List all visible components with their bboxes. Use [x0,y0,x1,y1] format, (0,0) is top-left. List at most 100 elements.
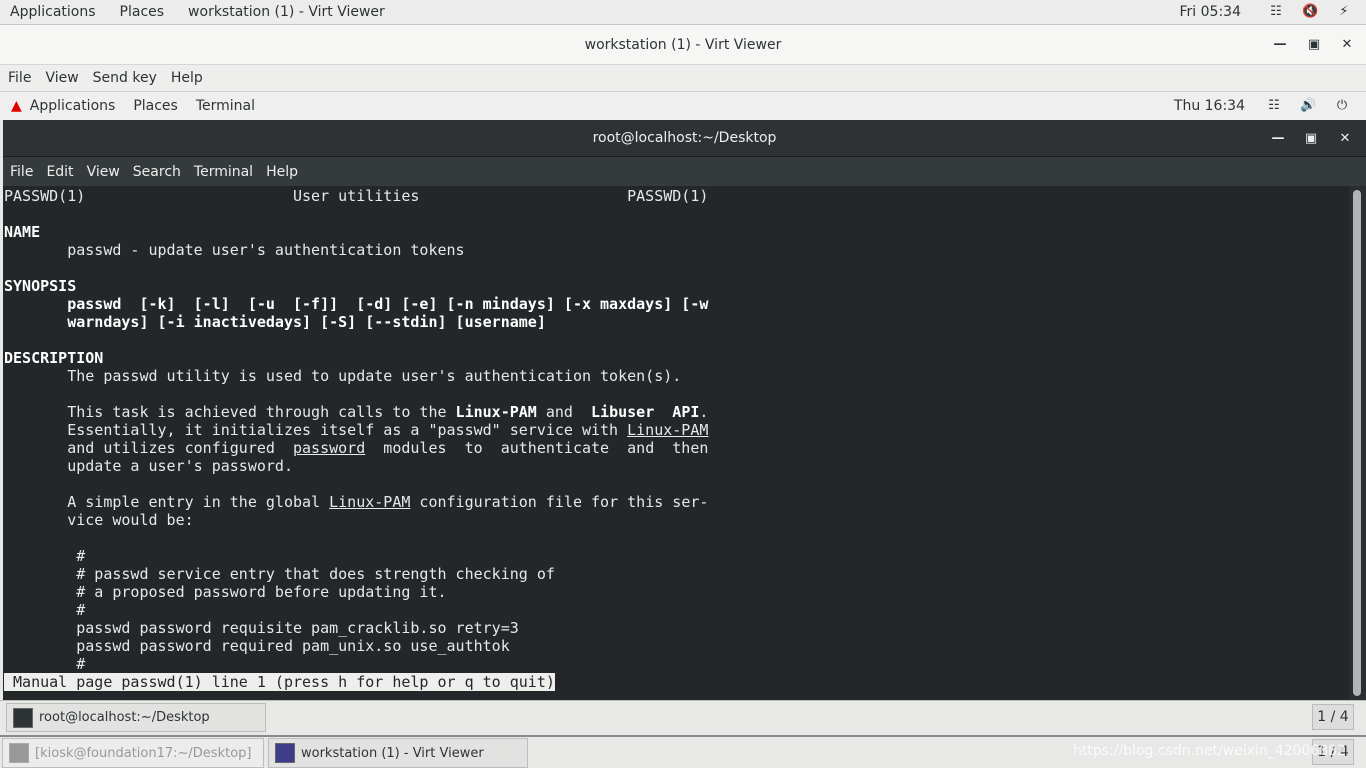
workspace-pager[interactable]: 1 / 4 [1312,704,1354,730]
network-icon[interactable]: ☷ [1268,4,1284,20]
terminal-menu-terminal[interactable]: Terminal [194,164,253,180]
terminal-text: PASSWD(1) User utilities PASSWD(1) [4,187,709,205]
terminal-text: Linux-PAM [627,421,709,439]
terminal-text: Linux-PAM [329,493,411,511]
terminal-text: NAME [4,223,41,241]
host-taskbar: [kiosk@foundation17:~/Desktop] workstati… [0,735,1366,768]
guest-clock[interactable]: Thu 16:34 [1174,98,1245,114]
terminal-text: vice would be: [4,511,194,529]
terminal-line: passwd password requisite pam_cracklib.s… [4,619,1349,637]
viewer-menu-send-key[interactable]: Send key [93,70,157,86]
terminal-text: passwd [-k] [-l] [-u [-f]] [-d] [-e] [-n… [4,295,709,313]
guest-places-menu[interactable]: Places [133,98,178,114]
guest-active-app[interactable]: Terminal [196,98,255,114]
terminal-text: # [4,655,86,673]
taskbar-item-kiosk-terminal[interactable]: [kiosk@foundation17:~/Desktop] [2,738,264,768]
terminal-line: # passwd service entry that does strengt… [4,565,1349,583]
terminal-output[interactable]: PASSWD(1) User utilities PASSWD(1) NAME p… [3,186,1349,700]
host-top-bar: Applications Places workstation (1) - Vi… [0,0,1366,25]
host-places-menu[interactable]: Places [120,4,165,20]
terminal-line: A simple entry in the global Linux-PAM c… [4,493,1349,511]
host-active-app[interactable]: workstation (1) - Virt Viewer [188,4,385,20]
terminal-line: NAME [4,223,1349,241]
terminal-line: Essentially, it initializes itself as a … [4,421,1349,439]
terminal-text: Libuser API [591,403,700,421]
terminal-line: The passwd utility is used to update use… [4,367,1349,385]
redhat-logo-icon: ▲ [11,98,22,114]
terminal-text: update a user's password. [4,457,293,475]
terminal-text: configuration file for this ser- [410,493,709,511]
terminal-text: DESCRIPTION [4,349,104,367]
terminal-menu-file[interactable]: File [10,164,33,180]
terminal-text: A simple entry in the global [4,493,330,511]
terminal-line: vice would be: [4,511,1349,529]
terminal-icon [13,707,33,728]
terminal-text: # [4,547,86,565]
watermark: https://blog.csdn.net/weixin_42006882 [1072,743,1346,759]
scrollbar-thumb[interactable] [1353,190,1361,696]
terminal-text: passwd password required pam_unix.so use… [4,637,510,655]
taskbar-item-label: [kiosk@foundation17:~/Desktop] [35,745,252,761]
terminal-menu-help[interactable]: Help [266,164,298,180]
terminal-scrollbar[interactable] [1349,186,1366,700]
terminal-line: # [4,655,1349,673]
terminal-menu-bar: File Edit View Search Terminal Help [3,157,1366,186]
terminal-text: The passwd utility is used to update use… [4,367,682,385]
guest-applications-menu[interactable]: Applications [30,98,116,114]
power-icon[interactable]: ⏻ [1334,98,1350,114]
taskbar-item-virt-viewer[interactable]: workstation (1) - Virt Viewer [268,738,528,768]
terminal-text: # passwd service entry that does strengt… [4,565,555,583]
terminal-menu-edit[interactable]: Edit [46,164,73,180]
terminal-title: root@localhost:~/Desktop [592,130,777,146]
terminal-line: and utilizes configured password modules… [4,439,1349,457]
terminal-text: This task is achieved through calls to t… [4,403,456,421]
taskbar-item-label: workstation (1) - Virt Viewer [301,745,484,761]
taskbar-item-label: root@localhost:~/Desktop [39,710,210,725]
terminal-text: . [699,403,709,421]
terminal-text: Linux-PAM [455,403,537,421]
terminal-text: and [536,403,592,421]
network-icon[interactable]: ☷ [1266,98,1282,114]
terminal-text: warndays] [-i inactivedays] [-S] [--stdi… [4,313,546,331]
viewer-menu-help[interactable]: Help [171,70,203,86]
battery-charging-icon[interactable]: ⚡ [1336,4,1352,20]
volume-muted-icon[interactable]: 🔇 [1302,4,1318,20]
guest-top-bar: ▲ Applications Places Terminal Thu 16:34… [0,92,1366,120]
terminal-line: passwd password required pam_unix.so use… [4,637,1349,655]
close-button[interactable]: ✕ [1327,25,1366,65]
terminal-line: # [4,601,1349,619]
terminal-text: passwd password requisite pam_cracklib.s… [4,619,519,637]
terminal-text: and utilizes configured [4,439,293,457]
guest-taskbar: root@localhost:~/Desktop 1 / 4 [0,700,1366,735]
pager-status-line: Manual page passwd(1) line 1 (press h fo… [4,673,555,691]
terminal-menu-view[interactable]: View [87,164,120,180]
terminal-text: modules to authenticate and then [365,439,709,457]
terminal-menu-search[interactable]: Search [133,164,181,180]
terminal-line: # [4,547,1349,565]
host-applications-menu[interactable]: Applications [10,4,96,20]
volume-icon[interactable]: 🔊 [1300,98,1316,114]
terminal-line: # a proposed password before updating it… [4,583,1349,601]
terminal-line: Manual page passwd(1) line 1 (press h fo… [4,673,1349,691]
terminal-line: warndays] [-i inactivedays] [-S] [--stdi… [4,313,1349,331]
host-clock[interactable]: Fri 05:34 [1180,4,1241,20]
viewer-menu-view[interactable]: View [45,70,78,86]
taskbar-item-terminal[interactable]: root@localhost:~/Desktop [6,703,266,732]
terminal-text: # [4,601,86,619]
terminal-line: DESCRIPTION [4,349,1349,367]
terminal-line: passwd [-k] [-l] [-u [-f]] [-d] [-e] [-n… [4,295,1349,313]
terminal-title-bar: root@localhost:~/Desktop — ▣ ✕ [3,120,1366,157]
virt-viewer-icon [275,743,295,763]
terminal-text: passwd - update user's authentication to… [4,241,465,259]
viewer-menu-bar: File View Send key Help [0,65,1366,92]
viewer-menu-file[interactable]: File [8,70,31,86]
terminal-close-button[interactable]: ✕ [1325,120,1365,157]
terminal-icon [9,743,29,763]
terminal-line: passwd - update user's authentication to… [4,241,1349,259]
